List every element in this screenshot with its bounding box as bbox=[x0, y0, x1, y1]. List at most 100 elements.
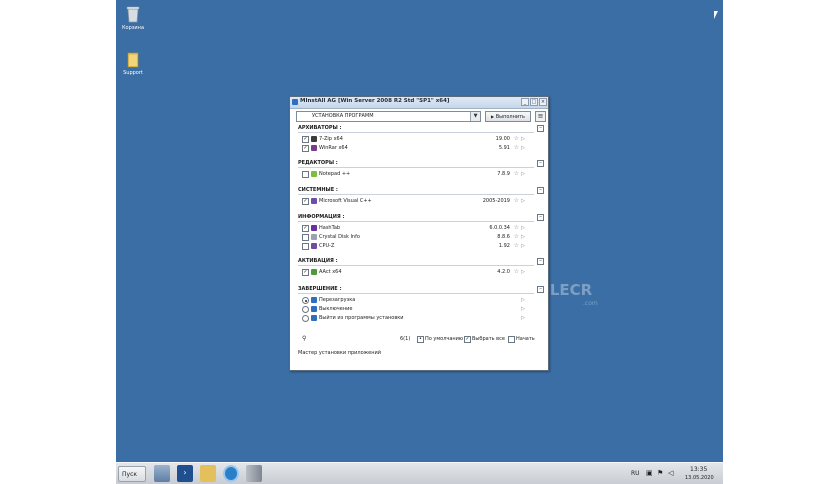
list-item[interactable]: Выключение ▷ bbox=[302, 305, 532, 313]
list-item[interactable]: ✓ Microsoft Visual C++ 2005-2019 ☆ ▷ bbox=[302, 197, 532, 205]
checkbox[interactable]: ✓ bbox=[302, 145, 309, 152]
checkbox[interactable] bbox=[302, 171, 309, 178]
details-arrow-icon[interactable]: ▷ bbox=[521, 233, 525, 241]
item-version: 19.00 bbox=[495, 136, 510, 142]
details-arrow-icon[interactable]: ▷ bbox=[521, 305, 525, 313]
list-item[interactable]: Crystal Disk Info 8.8.6 ☆ ▷ bbox=[302, 233, 532, 241]
radio-button[interactable] bbox=[302, 306, 309, 313]
section-title: АКТИВАЦИЯ : bbox=[298, 258, 338, 264]
collapse-section-button[interactable]: − bbox=[537, 286, 544, 293]
star-icon[interactable]: ☆ bbox=[514, 144, 519, 152]
details-arrow-icon[interactable]: ▷ bbox=[521, 242, 525, 250]
item-version: 2005-2019 bbox=[482, 198, 510, 204]
desktop-icon-recycle-bin[interactable]: Корзина bbox=[116, 5, 150, 31]
mode-select[interactable]: УСТАНОВКА ПРОГРАММ ▼ bbox=[296, 111, 481, 122]
server-manager-icon[interactable] bbox=[154, 465, 170, 482]
item-name: 7-Zip x64 bbox=[319, 136, 343, 142]
collapse-section-button[interactable]: − bbox=[537, 258, 544, 265]
list-item[interactable]: CPU-Z 1.92 ☆ ▷ bbox=[302, 242, 532, 250]
section-title: ЗАВЕРШЕНИЕ : bbox=[298, 286, 342, 292]
app-icon bbox=[311, 269, 317, 275]
window-titlebar[interactable]: MInstAll AG [Win Server 2008 R2 Std "SP1… bbox=[290, 97, 548, 109]
select-all-label: Выбрать все bbox=[472, 336, 505, 342]
hamburger-icon[interactable]: ≡ bbox=[535, 111, 546, 122]
start-button[interactable]: Пуск bbox=[118, 466, 146, 482]
volume-icon[interactable]: ◁ bbox=[668, 469, 673, 477]
run-button[interactable]: ▶ Выполнить bbox=[485, 111, 531, 122]
play-icon: ▶ bbox=[491, 114, 495, 119]
collapse-section-button[interactable]: − bbox=[537, 125, 544, 132]
section-title: СИСТЕМНЫЕ : bbox=[298, 187, 338, 193]
checkbox[interactable] bbox=[302, 234, 309, 241]
collapse-section-button[interactable]: − bbox=[537, 160, 544, 167]
select-all-checkbox[interactable]: ✓ bbox=[464, 336, 471, 343]
folder-icon bbox=[125, 50, 141, 68]
details-arrow-icon[interactable]: ▷ bbox=[521, 197, 525, 205]
language-indicator[interactable]: RU bbox=[631, 470, 640, 477]
star-icon[interactable]: ☆ bbox=[514, 242, 519, 250]
selected-count: 6(1) bbox=[400, 336, 411, 342]
desktop-icon-support[interactable]: Support bbox=[116, 50, 150, 76]
details-arrow-icon[interactable]: ▷ bbox=[521, 135, 525, 143]
footer-bar: ⚲ 6(1) • По умолчанию ✓ Выбрать все Нача… bbox=[296, 334, 544, 344]
item-name: CPU-Z bbox=[319, 243, 335, 249]
item-version: 5.91 bbox=[498, 145, 510, 151]
chevron-down-icon[interactable]: ▼ bbox=[470, 112, 480, 121]
collapse-section-button[interactable]: − bbox=[537, 214, 544, 221]
list-item[interactable]: Выйти из программы установки ▷ bbox=[302, 314, 532, 322]
app-icon bbox=[311, 306, 317, 312]
checkbox[interactable] bbox=[302, 243, 309, 250]
list-item[interactable]: Notepad ++ 7.8.9 ☆ ▷ bbox=[302, 170, 532, 178]
close-button[interactable]: × bbox=[539, 98, 547, 106]
list-item[interactable]: Перезагрузка ▷ bbox=[302, 296, 532, 304]
star-icon[interactable]: ☆ bbox=[514, 224, 519, 232]
star-icon[interactable]: ☆ bbox=[514, 233, 519, 241]
start-label: Начать bbox=[516, 336, 535, 342]
collapse-section-button[interactable]: − bbox=[537, 187, 544, 194]
star-icon[interactable]: ☆ bbox=[514, 268, 519, 276]
checkbox[interactable]: ✓ bbox=[302, 198, 309, 205]
window-title: MInstAll AG [Win Server 2008 R2 Std "SP1… bbox=[300, 98, 450, 104]
watermark-sub: .com bbox=[583, 300, 598, 307]
checkbox[interactable]: ✓ bbox=[302, 269, 309, 276]
list-item[interactable]: ✓ 7-Zip x64 19.00 ☆ ▷ bbox=[302, 135, 532, 143]
star-icon[interactable]: ☆ bbox=[514, 135, 519, 143]
search-icon[interactable]: ⚲ bbox=[302, 334, 306, 344]
details-arrow-icon[interactable]: ▷ bbox=[521, 224, 525, 232]
flag-icon[interactable]: ⚑ bbox=[657, 469, 663, 477]
radio-button[interactable] bbox=[302, 297, 309, 304]
desktop-icon-label: Корзина bbox=[121, 25, 145, 31]
details-arrow-icon[interactable]: ▷ bbox=[521, 144, 525, 152]
minimize-button[interactable]: _ bbox=[521, 98, 529, 106]
list-item[interactable]: ✓ HashTab 6.0.0.34 ☆ ▷ bbox=[302, 224, 532, 232]
item-name: Notepad ++ bbox=[319, 171, 351, 177]
list-item[interactable]: ✓ AAct x64 4.2.0 ☆ ▷ bbox=[302, 268, 532, 276]
star-icon[interactable]: ☆ bbox=[514, 170, 519, 178]
powershell-icon[interactable]: › bbox=[177, 465, 193, 482]
radio-button[interactable] bbox=[302, 315, 309, 322]
start-checkbox[interactable] bbox=[508, 336, 515, 343]
network-icon[interactable]: ▣ bbox=[646, 469, 653, 477]
star-icon[interactable]: ☆ bbox=[514, 197, 519, 205]
toolbar: УСТАНОВКА ПРОГРАММ ▼ ▶ Выполнить ≡ bbox=[296, 111, 546, 123]
checkbox[interactable]: ✓ bbox=[302, 225, 309, 232]
details-arrow-icon[interactable]: ▷ bbox=[521, 296, 525, 304]
app-icon bbox=[311, 198, 317, 204]
list-item[interactable]: ✓ WinRar x64 5.91 ☆ ▷ bbox=[302, 144, 532, 152]
details-arrow-icon[interactable]: ▷ bbox=[521, 170, 525, 178]
item-name: WinRar x64 bbox=[319, 145, 348, 151]
default-checkbox[interactable]: • bbox=[417, 336, 424, 343]
item-name: Crystal Disk Info bbox=[319, 234, 360, 240]
installer-icon[interactable] bbox=[246, 465, 262, 482]
maximize-button[interactable]: □ bbox=[530, 98, 538, 106]
checkbox[interactable]: ✓ bbox=[302, 136, 309, 143]
item-version: 4.2.0 bbox=[497, 269, 510, 275]
item-version: 1.92 bbox=[498, 243, 510, 249]
section-title: РЕДАКТОРЫ : bbox=[298, 160, 338, 166]
section-divider bbox=[298, 265, 534, 266]
app-icon bbox=[311, 225, 317, 231]
details-arrow-icon[interactable]: ▷ bbox=[521, 268, 525, 276]
minstall-icon[interactable] bbox=[223, 465, 239, 482]
details-arrow-icon[interactable]: ▷ bbox=[521, 314, 525, 322]
explorer-icon[interactable] bbox=[200, 465, 216, 482]
